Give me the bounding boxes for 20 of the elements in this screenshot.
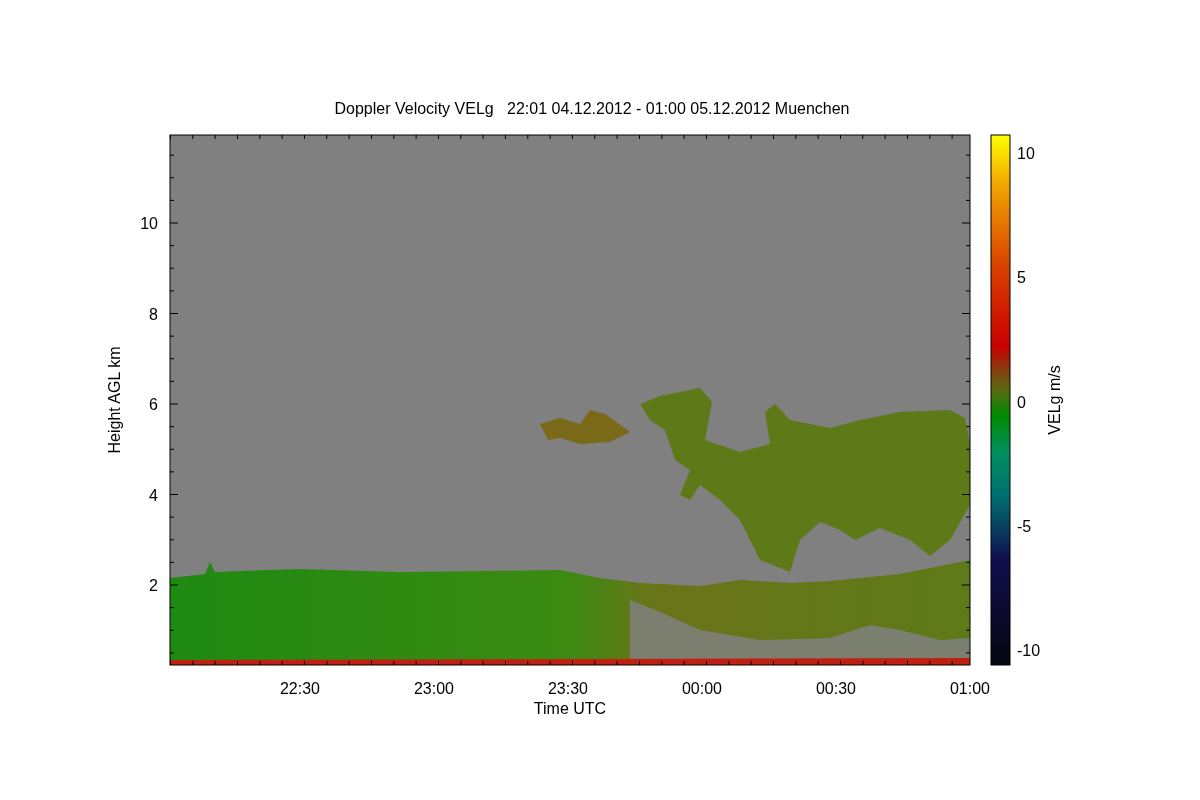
y-axis-label: Height AGL km [106,346,123,454]
colorbar-label: VELg m/s [1046,365,1063,435]
x-tick-label: 00:00 [682,680,722,697]
y-tick-label: 10 [140,215,158,232]
y-tick-label: 2 [149,577,158,594]
colorbar-tick-label: -5 [1017,517,1032,535]
colorbar-tick-label: 5 [1017,269,1026,287]
x-tick-label: 23:00 [414,680,454,697]
y-tick-label: 8 [149,305,158,323]
x-axis-label: Time UTC [533,700,607,717]
colorbar-tick-label: 10 [1017,145,1035,162]
x-tick-label: 01:00 [950,680,990,697]
x-tick-label: 23:30 [548,680,588,697]
y-tick-label: 6 [149,396,158,413]
chart-title: Doppler Velocity VELg 22:01 04.12.2012 - 01:00 05.12.2012 Muenchen [334,100,850,117]
x-tick-label: 22:30 [280,680,320,697]
x-tick-label: 00:30 [816,680,856,697]
colorbar-tick-label: -10 [1017,642,1041,659]
colorbar-tick-label: 0 [1017,393,1026,411]
y-tick-label: 4 [149,486,158,504]
